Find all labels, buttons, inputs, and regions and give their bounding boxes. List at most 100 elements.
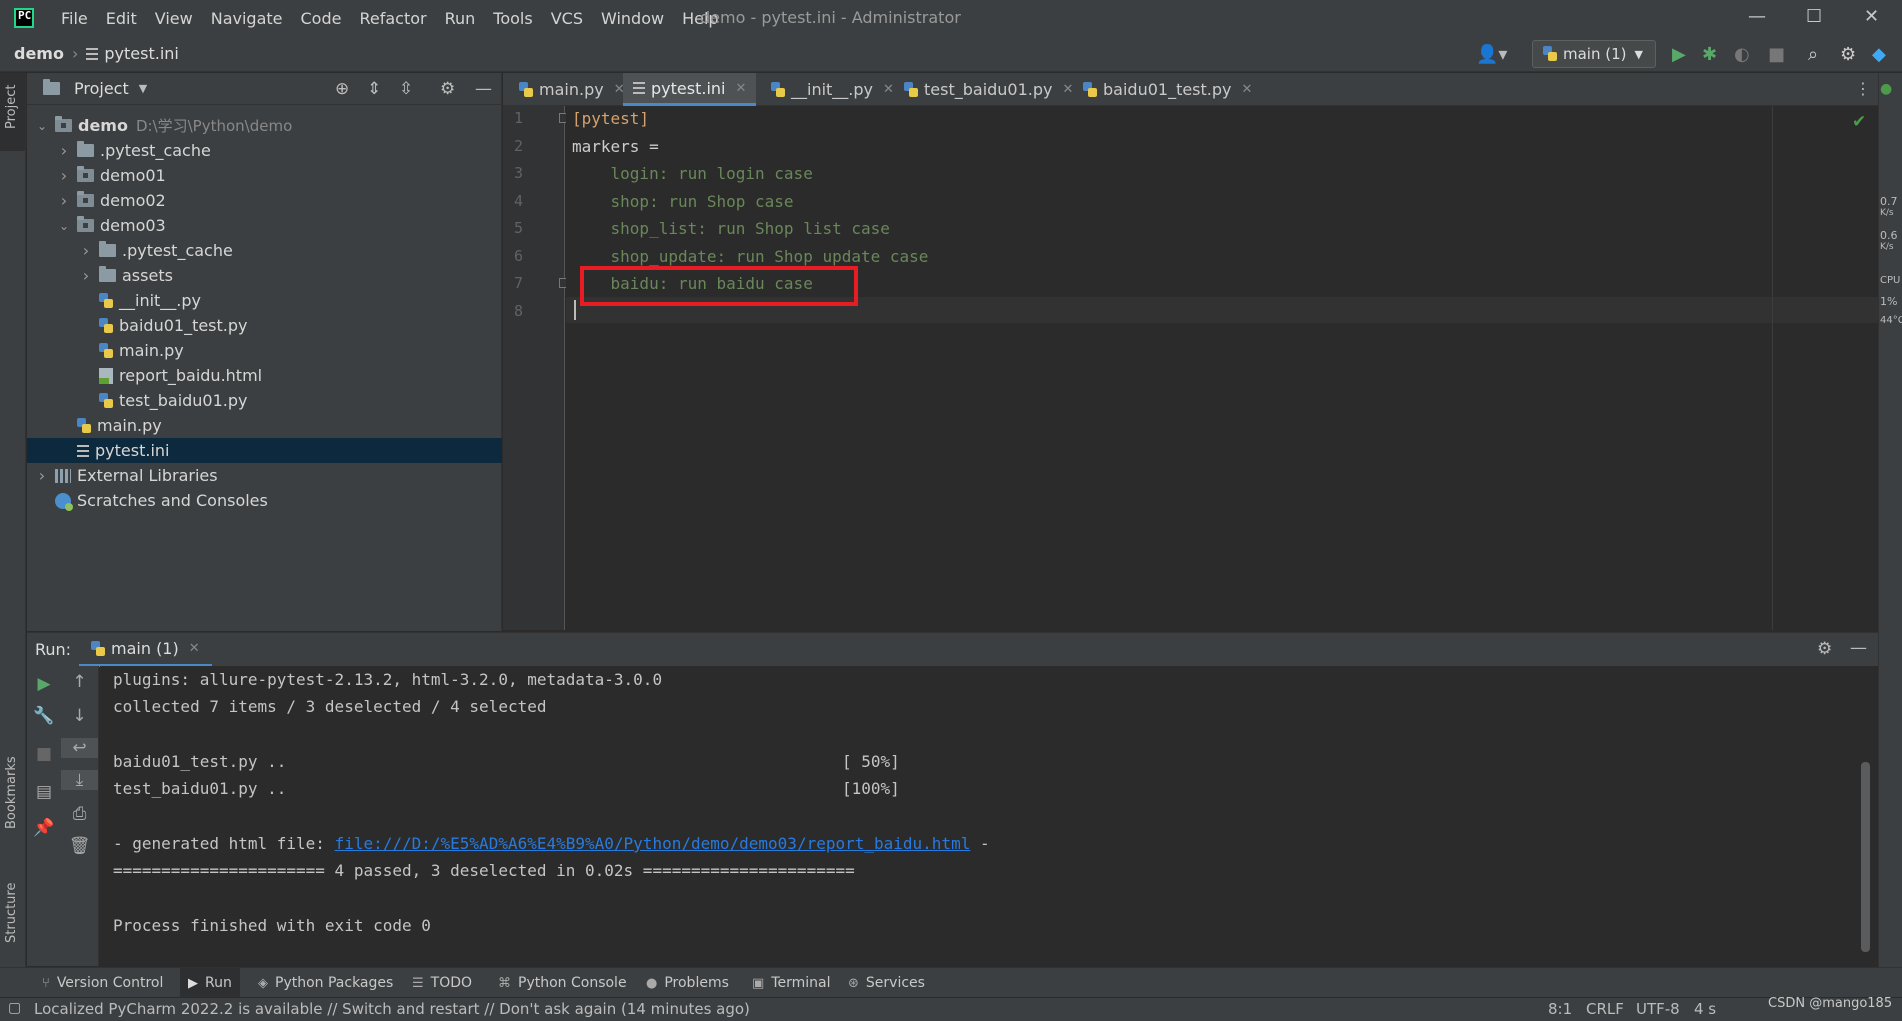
- chevron-right-icon[interactable]: ›: [79, 241, 93, 260]
- close-tab-icon[interactable]: ✕: [883, 82, 894, 97]
- chevron-right-icon[interactable]: ›: [57, 166, 71, 185]
- console-scrollbar[interactable]: [1861, 762, 1870, 952]
- search-icon[interactable]: ⌕: [1808, 44, 1818, 65]
- minimize-icon[interactable]: —: [1748, 6, 1766, 27]
- chevron-right-icon[interactable]: ›: [57, 191, 71, 210]
- soft-wrap-icon[interactable]: ↩: [61, 738, 98, 758]
- menu-tools[interactable]: Tools: [484, 9, 541, 28]
- layout-icon[interactable]: ▤: [27, 782, 61, 802]
- tool-python-packages[interactable]: ◈ Python Packages: [250, 968, 401, 998]
- tool-todo[interactable]: ☰ TODO: [404, 968, 480, 998]
- notifications-icon[interactable]: ●: [1880, 81, 1892, 97]
- maximize-icon[interactable]: ☐: [1806, 6, 1822, 27]
- caret-position[interactable]: 8:1: [1548, 1000, 1572, 1018]
- scroll-up-icon[interactable]: ↑: [61, 672, 98, 692]
- close-tab-icon[interactable]: ✕: [1242, 82, 1253, 97]
- tool-version-control[interactable]: ⑂ Version Control: [34, 968, 171, 998]
- status-toggle-icon[interactable]: ▢: [8, 1000, 21, 1016]
- chevron-right-icon[interactable]: ›: [35, 466, 49, 485]
- menu-run[interactable]: Run: [436, 9, 485, 28]
- tab-main-py[interactable]: main.py ✕: [511, 73, 633, 106]
- run-tab-main[interactable]: main (1) ✕: [79, 633, 212, 667]
- run-icon[interactable]: ▶: [1672, 44, 1686, 65]
- menu-window[interactable]: Window: [592, 9, 673, 28]
- tree-item[interactable]: report_baidu.html: [27, 363, 502, 388]
- close-tab-icon[interactable]: ✕: [1063, 82, 1074, 97]
- tool-python-console[interactable]: ⌘ Python Console: [490, 968, 635, 998]
- hide-run-panel-icon[interactable]: —: [1850, 638, 1867, 658]
- tree-item[interactable]: › demo02: [27, 188, 502, 213]
- print-icon[interactable]: ⎙: [61, 804, 98, 824]
- tool-services[interactable]: ⊛ Services: [840, 968, 933, 998]
- menu-file[interactable]: File: [52, 9, 97, 28]
- tree-item[interactable]: › .pytest_cache: [27, 238, 502, 263]
- wrench-icon[interactable]: 🔧: [27, 706, 61, 726]
- tab-init-py[interactable]: __init__.py ✕: [763, 73, 902, 106]
- tool-problems[interactable]: ● Problems: [638, 968, 737, 998]
- inspection-ok-check-icon[interactable]: ✔: [1852, 112, 1866, 132]
- trash-icon[interactable]: 🗑: [61, 836, 98, 856]
- more-tabs-icon[interactable]: ⋮: [1855, 79, 1871, 98]
- tree-item[interactable]: › demo01: [27, 163, 502, 188]
- tree-item[interactable]: ⌄ demo03: [27, 213, 502, 238]
- locate-file-icon[interactable]: ⊕: [335, 79, 349, 99]
- debug-icon[interactable]: ✱: [1702, 44, 1717, 65]
- tree-item[interactable]: ⌄ demo D:\学习\Python\demo: [27, 113, 502, 138]
- tree-item[interactable]: Scratches and Consoles: [27, 488, 502, 513]
- report-file-link[interactable]: file:///D:/%E5%AD%A6%E4%B9%A0/Python/dem…: [335, 834, 971, 853]
- tree-item[interactable]: __init__.py: [27, 288, 502, 313]
- menu-navigate[interactable]: Navigate: [202, 9, 292, 28]
- tree-item[interactable]: baidu01_test.py: [27, 313, 502, 338]
- jetbrains-toolbox-icon[interactable]: ◆: [1872, 44, 1886, 65]
- coverage-icon[interactable]: ◐: [1734, 44, 1750, 65]
- tree-item[interactable]: › assets: [27, 263, 502, 288]
- tree-item[interactable]: › External Libraries: [27, 463, 502, 488]
- chevron-down-icon[interactable]: ▼: [139, 82, 147, 95]
- code-editor[interactable]: [pytest] markers = login: run login case …: [566, 106, 1882, 630]
- settings-gear-icon[interactable]: ⚙: [1840, 44, 1856, 65]
- file-encoding[interactable]: UTF-8: [1636, 1000, 1680, 1018]
- tree-item[interactable]: main.py: [27, 338, 502, 363]
- breadcrumb-project[interactable]: demo: [14, 44, 64, 63]
- tool-terminal[interactable]: ▣ Terminal: [744, 968, 838, 998]
- chevron-down-icon[interactable]: ⌄: [57, 219, 71, 233]
- menu-edit[interactable]: Edit: [97, 9, 146, 28]
- collapse-all-icon[interactable]: ⇳: [399, 79, 413, 99]
- bookmarks-tool-label[interactable]: Bookmarks: [4, 756, 19, 829]
- menu-view[interactable]: View: [146, 9, 202, 28]
- tree-item[interactable]: main.py: [27, 413, 502, 438]
- user-icon[interactable]: 👤▾: [1476, 44, 1507, 65]
- tool-run[interactable]: ▶ Run: [180, 968, 240, 998]
- tree-item[interactable]: › .pytest_cache: [27, 138, 502, 163]
- line-separator[interactable]: CRLF: [1586, 1000, 1624, 1018]
- chevron-down-icon[interactable]: ⌄: [35, 119, 49, 133]
- close-tab-icon[interactable]: ✕: [189, 641, 200, 656]
- tree-item[interactable]: pytest.ini: [27, 438, 502, 463]
- close-tab-icon[interactable]: ✕: [735, 81, 746, 96]
- indent-setting[interactable]: 4 s: [1694, 1000, 1716, 1018]
- menu-refactor[interactable]: Refactor: [350, 9, 435, 28]
- stop-icon[interactable]: ■: [1768, 44, 1785, 65]
- close-window-icon[interactable]: ✕: [1864, 6, 1879, 27]
- run-settings-gear-icon[interactable]: ⚙: [1817, 639, 1832, 659]
- project-panel-title[interactable]: Project: [74, 79, 129, 98]
- scroll-to-end-icon[interactable]: ⤓: [61, 770, 98, 790]
- run-configuration-select[interactable]: main (1) ▼: [1532, 40, 1656, 68]
- hide-panel-icon[interactable]: —: [475, 79, 492, 99]
- tree-item[interactable]: test_baidu01.py: [27, 388, 502, 413]
- menu-vcs[interactable]: VCS: [542, 9, 592, 28]
- expand-all-icon[interactable]: ⇕: [367, 79, 381, 99]
- structure-tool-label[interactable]: Structure: [4, 883, 19, 943]
- project-tool-label[interactable]: Project: [4, 85, 19, 129]
- pin-tab-icon[interactable]: 📌: [27, 818, 61, 838]
- breadcrumb-file[interactable]: pytest.ini: [104, 44, 178, 63]
- rerun-icon[interactable]: ▶: [27, 674, 61, 694]
- chevron-right-icon[interactable]: ›: [79, 266, 93, 285]
- tab-pytest-ini[interactable]: pytest.ini ✕: [623, 73, 757, 106]
- status-message[interactable]: Localized PyCharm 2022.2 is available //…: [34, 1000, 750, 1018]
- stop-run-icon[interactable]: ■: [27, 744, 61, 764]
- panel-settings-gear-icon[interactable]: ⚙: [440, 79, 455, 99]
- tab-test-baidu01-py[interactable]: test_baidu01.py ✕: [896, 73, 1081, 106]
- scroll-down-icon[interactable]: ↓: [61, 706, 98, 726]
- menu-code[interactable]: Code: [292, 9, 351, 28]
